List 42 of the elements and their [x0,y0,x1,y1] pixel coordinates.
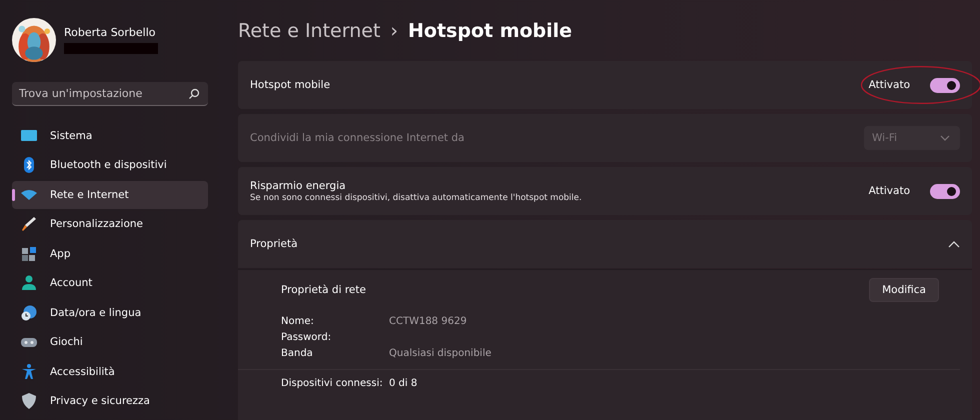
globe-clock-icon [20,304,38,322]
person-icon [20,274,38,292]
sidebar-item[interactable]: Bluetooth e dispositivi [12,152,208,179]
field-label: Nome: [281,316,315,327]
toggle-state-label: Attivato [868,185,910,197]
setting-label: Condividi la mia connessione Internet da [250,132,464,144]
sidebar-item[interactable]: Privacy e sicurezza [12,388,208,415]
sidebar-item[interactable]: Accessibilità [12,358,208,386]
chevron-down-icon [940,135,950,141]
accessibility-icon [20,362,38,381]
brush-icon [20,215,38,234]
search-field[interactable]: Trova un'impostazione [12,82,208,106]
setting-label: Risparmio energia [250,180,347,192]
sidebar-item[interactable]: Sistema [12,122,208,150]
expander-header[interactable]: Proprietà [238,220,972,268]
sidebar-item[interactable]: Rete e Internet [12,181,208,208]
sidebar-item[interactable]: Data/ora e lingua [12,299,208,326]
section-title: Proprietà [250,238,298,250]
sidebar-item[interactable]: Account [12,270,208,297]
setting-label: Hotspot mobile [250,79,330,91]
field-label: Password: [281,332,332,343]
field-value: Qualsiasi disponibile [389,348,492,359]
field-label: Banda [281,348,314,359]
sidebar-item[interactable]: Giochi [12,328,208,356]
apps-icon [20,244,38,263]
breadcrumb-separator: › [390,20,398,42]
toggle-switch[interactable] [930,78,960,92]
setting-description: Se non sono connessi dispositivi, disattiva automaticamente l'hotspot mobile. [250,192,582,202]
subsection-title: Proprietà di rete [281,284,366,296]
sidebar-item[interactable]: App [12,240,208,268]
user-name: Roberta Sorbello [64,26,157,39]
breadcrumb-link[interactable]: Rete e Internet [238,20,380,42]
page-title: Hotspot mobile [408,20,572,42]
search-icon [188,88,200,100]
edit-button[interactable]: Modifica [869,278,939,302]
toggle-state-label: Attivato [868,79,910,91]
field-label: Dispositivi connessi: [281,378,384,389]
toggle-switch[interactable] [930,184,960,198]
sidebar-item[interactable]: Personalizzazione [12,210,208,238]
field-value: CCTW188 9629 [389,316,468,327]
field-value: 0 di 8 [389,378,418,389]
shield-icon [20,392,38,410]
